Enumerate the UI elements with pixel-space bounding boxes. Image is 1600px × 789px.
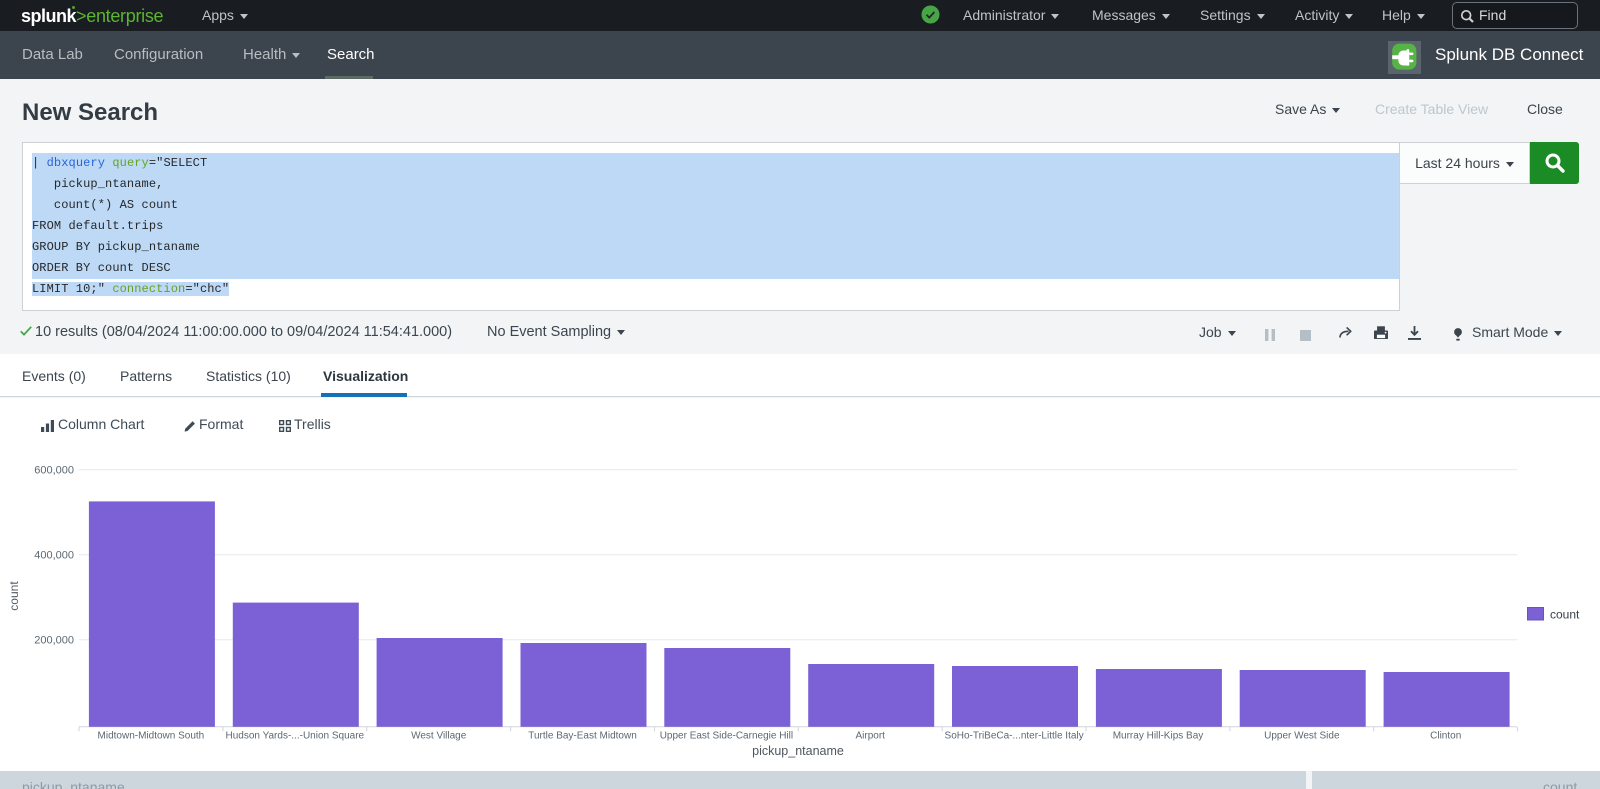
svg-text:SoHo-TriBeCa-...nter-Little It: SoHo-TriBeCa-...nter-Little Italy xyxy=(945,731,1084,742)
svg-text:400,000: 400,000 xyxy=(34,550,74,562)
svg-text:pickup_ntaname: pickup_ntaname xyxy=(752,744,844,758)
svg-text:count: count xyxy=(7,581,21,611)
svg-text:Hudson Yards-...-Union Square: Hudson Yards-...-Union Square xyxy=(226,731,365,742)
svg-text:count: count xyxy=(1550,608,1580,622)
svg-text:600,000: 600,000 xyxy=(34,465,74,477)
svg-text:Clinton: Clinton xyxy=(1430,731,1461,742)
svg-text:Midtown-Midtown South: Midtown-Midtown South xyxy=(98,731,205,742)
svg-text:200,000: 200,000 xyxy=(34,635,74,647)
svg-text:Upper East Side-Carnegie Hill: Upper East Side-Carnegie Hill xyxy=(660,731,793,742)
svg-text:Airport: Airport xyxy=(855,731,885,742)
svg-text:Murray Hill-Kips Bay: Murray Hill-Kips Bay xyxy=(1113,731,1204,742)
svg-text:Turtle Bay-East Midtown: Turtle Bay-East Midtown xyxy=(528,731,637,742)
svg-text:West Village: West Village xyxy=(411,731,467,742)
svg-text:Upper West Side: Upper West Side xyxy=(1264,731,1340,742)
